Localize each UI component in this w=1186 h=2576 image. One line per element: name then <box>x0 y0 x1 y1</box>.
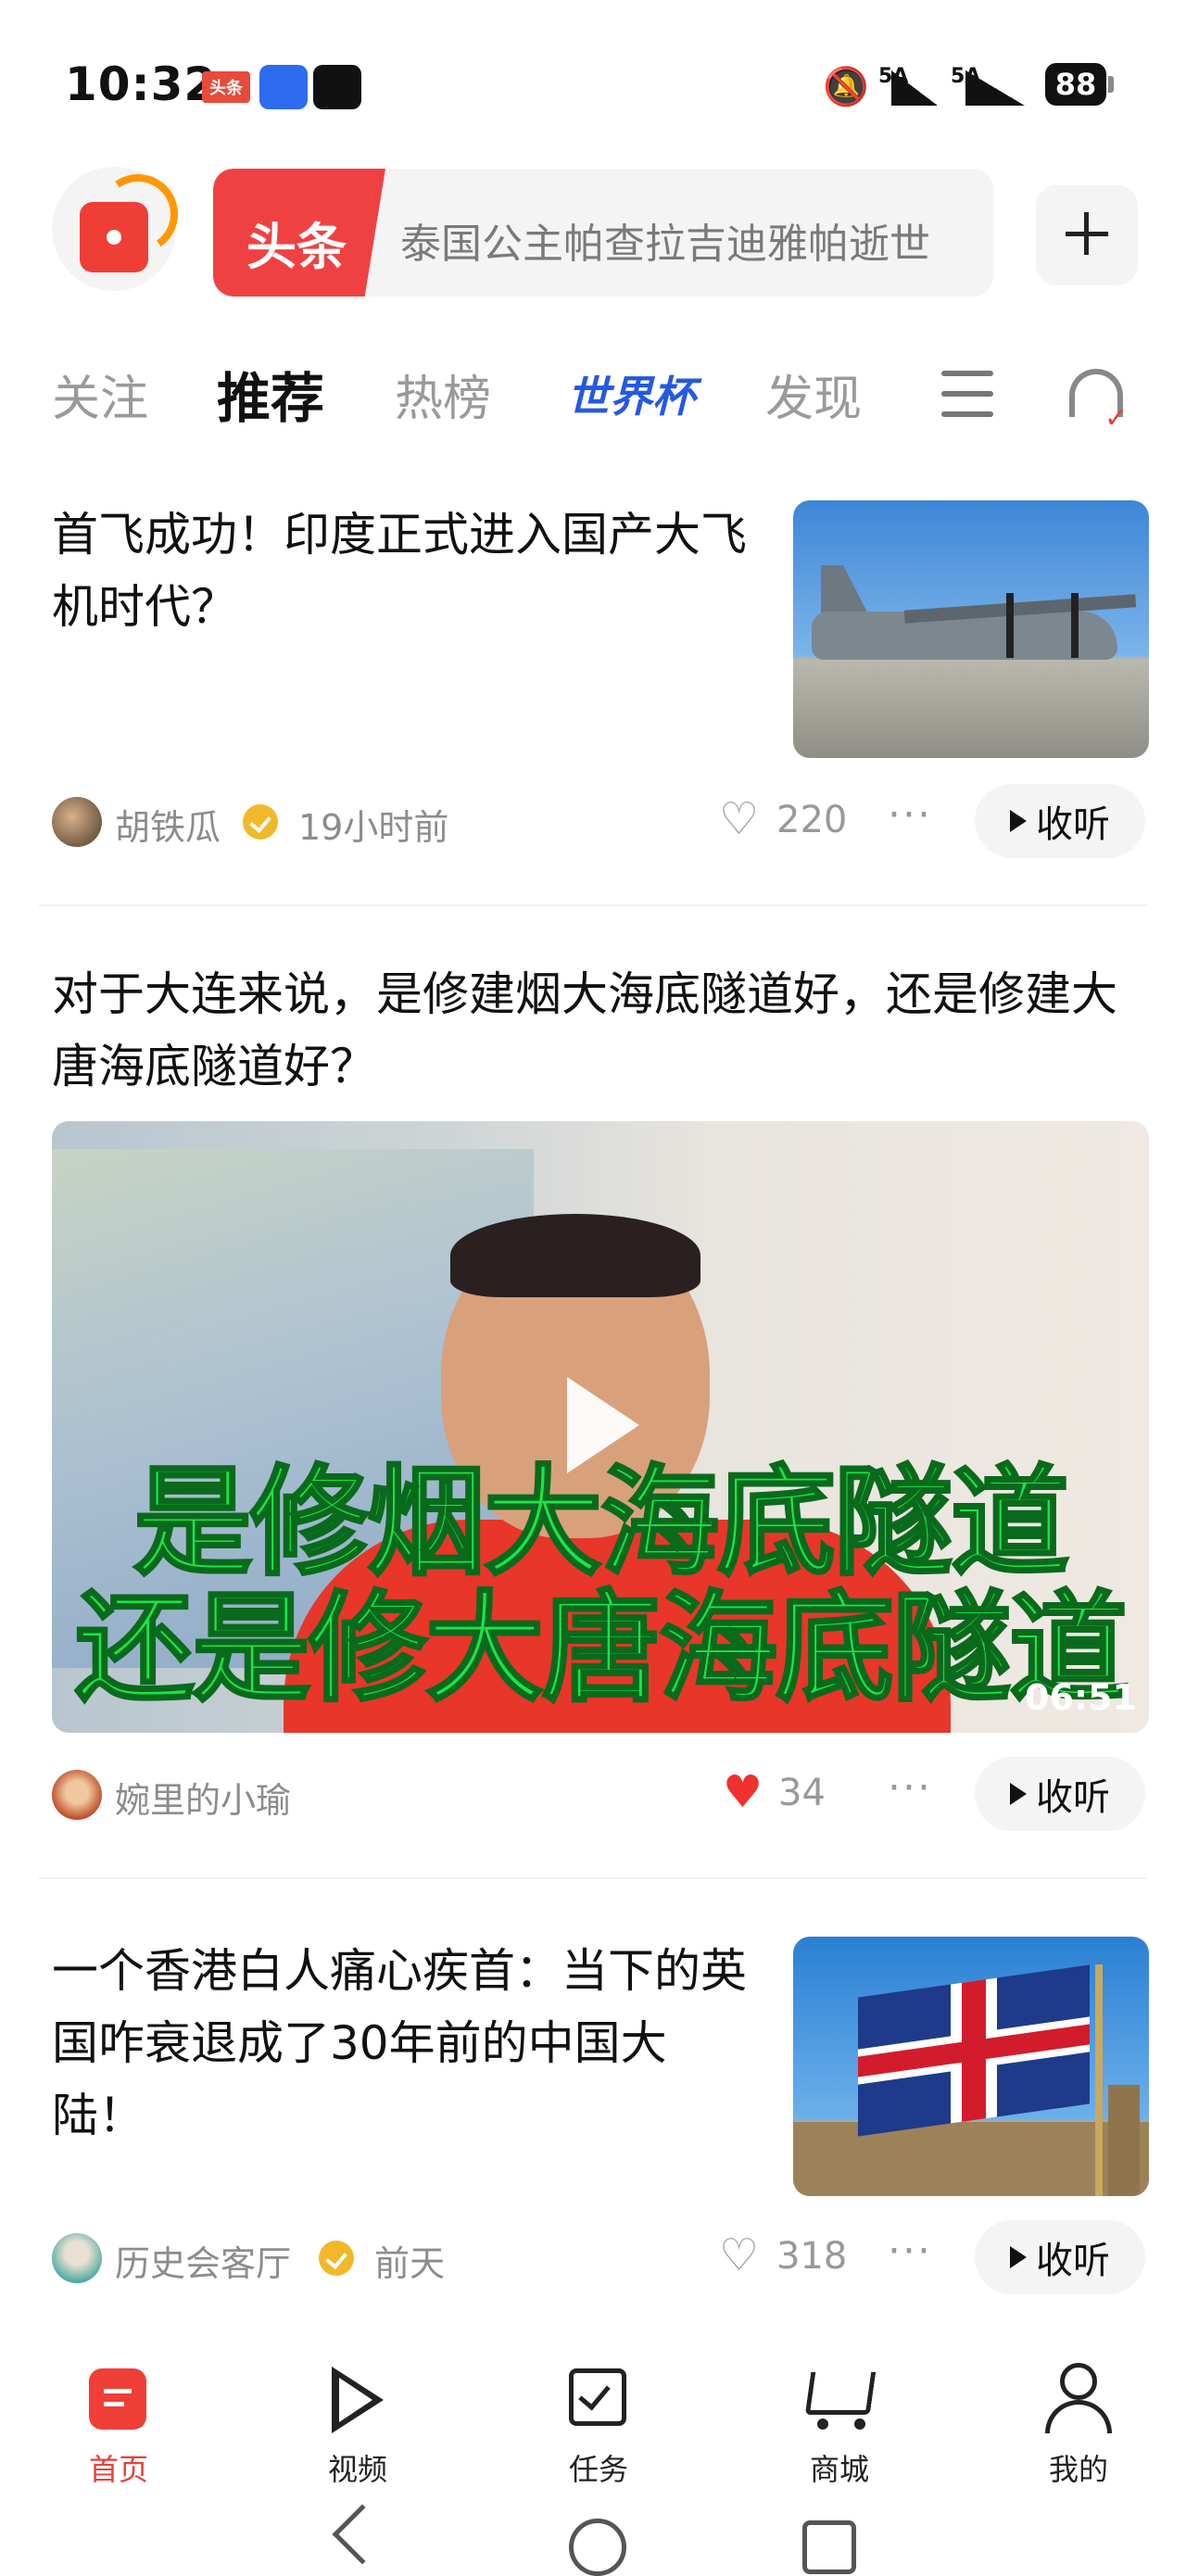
article-thumbnail[interactable] <box>793 500 1149 758</box>
video-caption-line-2: 还是修大唐海底隧道 <box>73 1580 1129 1718</box>
video-thumbnail[interactable]: 是修烟大海底隧道 还是修大唐海底隧道 06:51 <box>52 1121 1149 1733</box>
publish-time: 19小时前 <box>298 807 449 848</box>
liked-heart-icon[interactable]: ♥ <box>723 1766 763 1818</box>
like-count: 318 <box>776 2235 848 2278</box>
author-avatar[interactable] <box>52 797 102 847</box>
play-small-icon <box>1010 2246 1027 2268</box>
nav-tasks[interactable]: 任务 <box>524 2354 673 2493</box>
search-brand-label: 头条 <box>246 218 347 276</box>
search-placeholder: 泰国公主帕查拉吉迪雅帕逝世 <box>400 221 930 268</box>
nav-me[interactable]: 我的 <box>1004 2354 1153 2493</box>
tab-world-cup[interactable]: 世界杯 <box>567 363 695 424</box>
play-small-icon <box>1010 810 1027 832</box>
system-recents-icon[interactable] <box>802 2520 856 2574</box>
tab-fade <box>908 352 945 436</box>
profile-head-icon <box>1060 2363 1097 2400</box>
cart-wheel <box>854 2418 865 2430</box>
recorder-notification-icon <box>313 65 361 109</box>
more-options-icon[interactable]: ··· <box>888 791 932 839</box>
article-title[interactable]: 对于大连来说，是修建烟大海底隧道好，还是修建大唐海底隧道好？ <box>52 958 1145 1103</box>
clock-tower <box>1108 2085 1140 2196</box>
article-title[interactable]: 一个香港白人痛心疾首：当下的英国咋衰退成了30年前的中国大陆！ <box>52 1935 756 2152</box>
author-name[interactable]: 婉里的小瑜 <box>115 1772 291 1823</box>
battery-icon: 88 <box>1045 63 1106 106</box>
publish-time: 前天 <box>374 2243 446 2284</box>
battery-tip <box>1108 76 1114 93</box>
more-options-icon[interactable]: ··· <box>888 1764 932 1812</box>
tab-follow[interactable]: 关注 <box>52 360 148 429</box>
home-icon <box>89 2368 146 2430</box>
tab-menu-icon[interactable] <box>941 371 993 419</box>
article-title[interactable]: 首飞成功！印度正式进入国产大飞机时代？ <box>52 499 756 643</box>
verified-badge-icon <box>319 2241 354 2276</box>
system-home-icon[interactable] <box>569 2519 626 2576</box>
tab-discover[interactable]: 发现 <box>765 360 862 429</box>
nav-video-label: 视频 <box>327 2452 387 2487</box>
author-avatar[interactable] <box>52 1770 102 1820</box>
nav-video[interactable]: 视频 <box>284 2354 432 2493</box>
headset-check-icon: ✓ <box>1104 402 1129 435</box>
nav-mall-label: 商城 <box>809 2452 869 2487</box>
tab-hot-list[interactable]: 热榜 <box>395 360 491 429</box>
person-hair <box>450 1214 700 1297</box>
logo-dot <box>107 230 121 245</box>
like-count: 220 <box>776 799 848 841</box>
play-small-icon <box>1010 1783 1027 1805</box>
signal-2-icon <box>965 70 1025 106</box>
like-heart-icon[interactable]: ♡ <box>719 793 759 845</box>
status-time: 10:32 <box>65 57 218 111</box>
listen-button[interactable]: 收听 <box>975 784 1145 858</box>
more-options-icon[interactable]: ··· <box>888 2228 932 2275</box>
play-icon[interactable] <box>567 1377 639 1473</box>
listen-label: 收听 <box>1036 1776 1110 1819</box>
divider <box>39 904 1147 906</box>
article-thumbnail[interactable] <box>793 1937 1149 2196</box>
listen-label: 收听 <box>1036 2240 1110 2282</box>
propeller <box>1071 593 1079 658</box>
author-name[interactable]: 历史会客厅 <box>115 2235 291 2286</box>
cart-wheel <box>817 2418 828 2430</box>
divider <box>39 1877 1147 1879</box>
cart-icon <box>804 2372 877 2415</box>
profile-body-icon <box>1045 2400 1112 2433</box>
author-name[interactable]: 胡铁瓜 <box>115 799 221 850</box>
listen-button[interactable]: 收听 <box>975 2220 1145 2294</box>
nav-me-label: 我的 <box>1048 2452 1108 2487</box>
nav-home[interactable]: 首页 <box>44 2354 193 2493</box>
union-jack-flag <box>858 1964 1090 2137</box>
author-avatar[interactable] <box>52 2233 102 2283</box>
tab-recommend[interactable]: 推荐 <box>217 355 324 433</box>
video-caption-line-1: 是修烟大海底隧道 <box>132 1454 1070 1592</box>
video-duration: 06:51 <box>1025 1677 1137 1718</box>
nav-tasks-label: 任务 <box>568 2452 628 2487</box>
like-heart-icon[interactable]: ♡ <box>719 2229 759 2281</box>
mute-icon: 🔕 <box>823 66 869 108</box>
verified-badge-icon <box>243 804 278 840</box>
listen-label: 收听 <box>1036 803 1110 846</box>
listen-button[interactable]: 收听 <box>975 1757 1145 1831</box>
plus-icon-vertical <box>1084 212 1089 255</box>
nav-mall[interactable]: 商城 <box>765 2354 914 2493</box>
signal-1-icon <box>891 70 938 106</box>
propeller <box>1006 593 1014 658</box>
like-count: 34 <box>778 1772 826 1814</box>
lightbulb-notification-icon <box>259 65 308 109</box>
video-play-icon-inner <box>339 2378 372 2422</box>
nav-home-label: 首页 <box>88 2452 148 2487</box>
news-notification-icon: 头条 <box>202 71 250 103</box>
flag-pole <box>1095 1964 1103 2196</box>
search-bar[interactable]: 头条 泰国公主帕查拉吉迪雅帕逝世 <box>213 169 993 297</box>
